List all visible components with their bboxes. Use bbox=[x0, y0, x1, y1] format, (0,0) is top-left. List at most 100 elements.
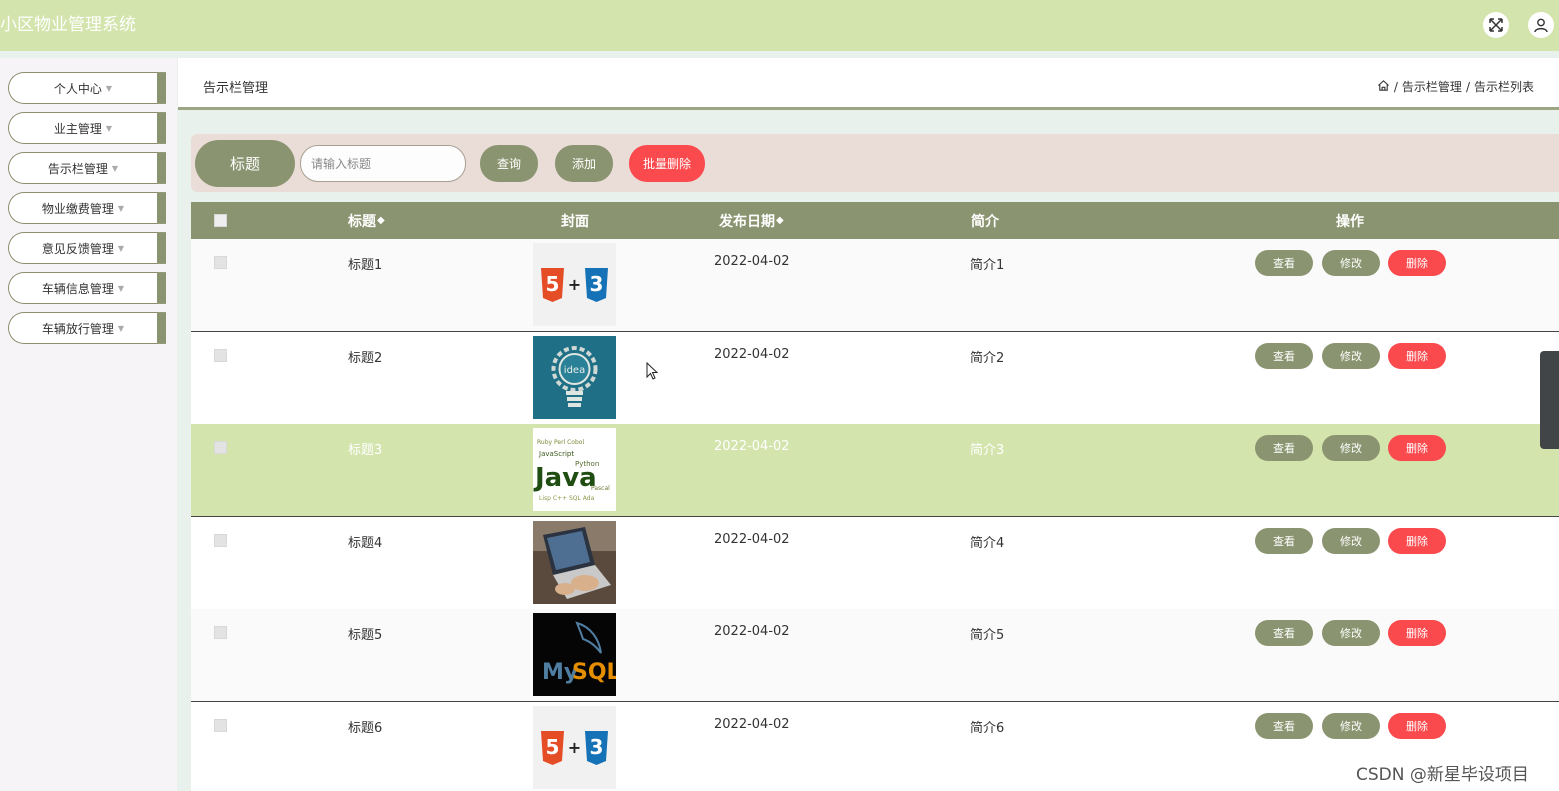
edit-button[interactable]: 修改 bbox=[1322, 435, 1380, 461]
row-date: 2022-04-02 bbox=[714, 532, 790, 547]
sort-icon[interactable]: ◆ bbox=[377, 215, 385, 226]
sidebar-item-label: 车辆信息管理 bbox=[41, 281, 114, 296]
svg-text:+: + bbox=[568, 738, 581, 757]
svg-text:+: + bbox=[568, 275, 581, 294]
notice-table: 标题 ◆ 封面 发布日期 ◆ 简介 操作 标题1 5 +3 2022-04-02 简介… bbox=[191, 202, 1559, 791]
cover-image-java-wordcloud: Ruby Perl Cobol JavaScript Python Java Pasca… bbox=[533, 428, 616, 511]
mouse-cursor-icon bbox=[646, 361, 659, 384]
sidebar-item-label: 意见反馈管理 bbox=[41, 241, 114, 256]
row-intro: 简介3 bbox=[970, 443, 1005, 458]
fullscreen-icon[interactable] bbox=[1483, 12, 1509, 38]
column-header-actions: 操作 bbox=[1336, 213, 1364, 230]
sidebar-item-vehicle-release[interactable]: 车辆放行管理 ▼ bbox=[8, 312, 166, 344]
edit-button[interactable]: 修改 bbox=[1322, 713, 1380, 739]
row-intro: 简介1 bbox=[970, 258, 1005, 273]
sidebar-item-feedback[interactable]: 意见反馈管理 ▼ bbox=[8, 232, 166, 264]
delete-button[interactable]: 删除 bbox=[1388, 435, 1446, 461]
sidebar-item-label: 个人中心 bbox=[53, 81, 102, 96]
caret-down-icon: ▼ bbox=[105, 123, 113, 133]
view-button[interactable]: 查看 bbox=[1255, 435, 1313, 461]
sidebar: 个人中心 ▼ 业主管理 ▼ 告示栏管理 ▼ 物业缴费管理 ▼ 意见反馈管理 ▼ 车辆信息管… bbox=[0, 58, 177, 791]
sidebar-item-label: 车辆放行管理 bbox=[41, 321, 114, 336]
caret-down-icon: ▼ bbox=[111, 163, 119, 173]
svg-text:Lisp C++ SQL Ada: Lisp C++ SQL Ada bbox=[539, 495, 595, 502]
svg-text:3: 3 bbox=[590, 272, 604, 296]
sidebar-item-property-fees[interactable]: 物业缴费管理 ▼ bbox=[8, 192, 166, 224]
row-intro: 简介4 bbox=[970, 536, 1005, 551]
view-button[interactable]: 查看 bbox=[1255, 620, 1313, 646]
row-title: 标题5 bbox=[348, 628, 383, 643]
sidebar-item-label: 物业缴费管理 bbox=[41, 201, 114, 216]
row-date: 2022-04-02 bbox=[714, 254, 790, 269]
add-button[interactable]: 添加 bbox=[555, 145, 613, 182]
delete-button[interactable]: 删除 bbox=[1388, 528, 1446, 554]
row-intro: 简介6 bbox=[970, 721, 1005, 736]
svg-text:Java: Java bbox=[533, 463, 597, 493]
row-date: 2022-04-02 bbox=[714, 439, 790, 454]
sidebar-item-owner-management[interactable]: 业主管理 ▼ bbox=[8, 112, 166, 144]
sidebar-item-personal-center[interactable]: 个人中心 ▼ bbox=[8, 72, 166, 104]
row-intro: 简介2 bbox=[970, 351, 1005, 366]
row-checkbox[interactable] bbox=[214, 256, 227, 269]
sidebar-item-label: 告示栏管理 bbox=[47, 161, 108, 176]
column-header-cover: 封面 bbox=[561, 213, 589, 230]
cover-image-html5-css3: 5 +3 bbox=[533, 243, 616, 326]
row-checkbox[interactable] bbox=[214, 719, 227, 732]
delete-button[interactable]: 删除 bbox=[1388, 343, 1446, 369]
view-button[interactable]: 查看 bbox=[1255, 528, 1313, 554]
table-row-highlighted: 标题3 Ruby Perl Cobol JavaScript Python Java P… bbox=[191, 424, 1559, 517]
sidebar-item-vehicle-info[interactable]: 车辆信息管理 ▼ bbox=[8, 272, 166, 304]
select-all-checkbox[interactable] bbox=[214, 214, 227, 227]
cover-image-idea-bulb: idea bbox=[533, 336, 616, 419]
search-input[interactable] bbox=[300, 145, 466, 182]
row-date: 2022-04-02 bbox=[714, 347, 790, 362]
edit-button[interactable]: 修改 bbox=[1322, 620, 1380, 646]
row-checkbox[interactable] bbox=[214, 534, 227, 547]
sort-icon[interactable]: ◆ bbox=[776, 215, 784, 226]
row-checkbox[interactable] bbox=[214, 349, 227, 362]
row-date: 2022-04-02 bbox=[714, 717, 790, 732]
edit-button[interactable]: 修改 bbox=[1322, 528, 1380, 554]
svg-text:5: 5 bbox=[546, 735, 560, 759]
cover-image-laptop bbox=[533, 521, 616, 604]
watermark: CSDN @新星毕设项目 bbox=[1356, 760, 1529, 785]
home-icon[interactable] bbox=[1377, 79, 1390, 95]
page-title: 告示栏管理 bbox=[203, 81, 269, 96]
svg-text:SQL: SQL bbox=[572, 660, 616, 685]
column-header-title[interactable]: 标题 ◆ bbox=[348, 202, 385, 239]
view-button[interactable]: 查看 bbox=[1255, 343, 1313, 369]
table-row: 标题1 5 +3 2022-04-02 简介1 查看 修改 删除 bbox=[191, 239, 1559, 332]
table-row: 标题4 2022-04-02 简介4 查看 修改 删除 bbox=[191, 517, 1559, 610]
caret-down-icon: ▼ bbox=[117, 323, 125, 333]
column-header-date[interactable]: 发布日期 ◆ bbox=[719, 202, 784, 239]
breadcrumb: / 告示栏管理 / 告示栏列表 bbox=[1377, 78, 1534, 95]
edit-button[interactable]: 修改 bbox=[1322, 343, 1380, 369]
column-header-intro: 简介 bbox=[971, 213, 999, 230]
cover-image-mysql: My SQL bbox=[533, 613, 616, 696]
breadcrumb-item[interactable]: 告示栏管理 bbox=[1402, 78, 1462, 95]
edit-button[interactable]: 修改 bbox=[1322, 250, 1380, 276]
row-checkbox[interactable] bbox=[214, 441, 227, 454]
page-header: 告示栏管理 / 告示栏管理 / 告示栏列表 bbox=[178, 58, 1559, 110]
delete-button[interactable]: 删除 bbox=[1388, 713, 1446, 739]
row-checkbox[interactable] bbox=[214, 626, 227, 639]
search-label: 标题 bbox=[195, 140, 295, 187]
user-icon[interactable] bbox=[1528, 12, 1554, 38]
table-row: 标题6 5 +3 2022-04-02 简介6 查看 修改 删除 bbox=[191, 702, 1559, 791]
row-title: 标题6 bbox=[348, 721, 383, 736]
delete-button[interactable]: 删除 bbox=[1388, 620, 1446, 646]
caret-down-icon: ▼ bbox=[117, 283, 125, 293]
floating-side-tab[interactable] bbox=[1540, 351, 1559, 449]
query-button[interactable]: 查询 bbox=[480, 145, 538, 182]
view-button[interactable]: 查看 bbox=[1255, 250, 1313, 276]
table-header: 标题 ◆ 封面 发布日期 ◆ 简介 操作 bbox=[191, 202, 1559, 239]
delete-button[interactable]: 删除 bbox=[1388, 250, 1446, 276]
caret-down-icon: ▼ bbox=[117, 243, 125, 253]
view-button[interactable]: 查看 bbox=[1255, 713, 1313, 739]
svg-text:3: 3 bbox=[590, 735, 604, 759]
batch-delete-button[interactable]: 批量删除 bbox=[629, 145, 705, 182]
sidebar-item-notice-board[interactable]: 告示栏管理 ▼ bbox=[8, 152, 166, 184]
svg-text:JavaScript: JavaScript bbox=[538, 450, 574, 458]
table-row: 标题2 idea 2022-04-02 简介2 查看 修改 删除 bbox=[191, 332, 1559, 425]
row-title: 标题4 bbox=[348, 536, 383, 551]
